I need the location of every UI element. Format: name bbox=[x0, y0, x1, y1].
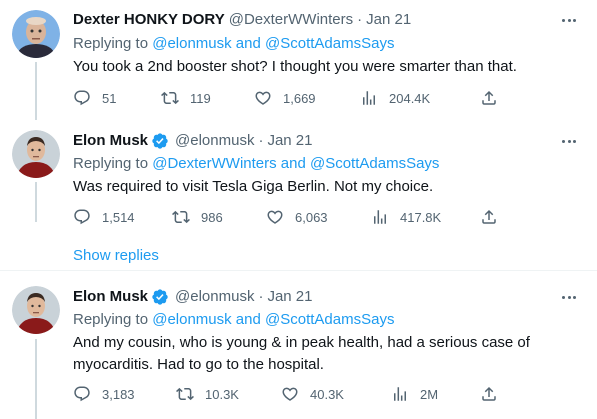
more-options-icon[interactable] bbox=[559, 131, 579, 151]
more-options-icon[interactable] bbox=[559, 10, 579, 30]
retweet-icon bbox=[172, 210, 190, 224]
retweet-icon bbox=[161, 91, 179, 105]
avatar[interactable] bbox=[12, 10, 60, 58]
like-button[interactable]: 6,063 bbox=[266, 207, 328, 227]
reply-icon bbox=[74, 209, 90, 225]
views-count: 417.8K bbox=[400, 209, 442, 225]
separator-dot: · bbox=[258, 132, 264, 149]
tweet-header: Dexter HONKY DORY @DexterWWinters · Jan … bbox=[73, 10, 411, 30]
retweet-count: 119 bbox=[190, 90, 211, 106]
replying-to-label: Replying to bbox=[73, 155, 149, 172]
like-count: 1,669 bbox=[283, 90, 316, 106]
views-button[interactable]: 204.4K bbox=[360, 88, 430, 108]
separator-dot: · bbox=[357, 11, 363, 28]
tweet-date[interactable]: Jan 21 bbox=[267, 287, 312, 307]
tweet-header: Elon Musk @elonmusk · Jan 21 bbox=[73, 131, 313, 151]
replying-to-targets[interactable]: @elonmusk and @ScottAdamsSays bbox=[152, 35, 394, 52]
reply-icon bbox=[74, 90, 90, 106]
tweet-header: Elon Musk @elonmusk · Jan 21 bbox=[73, 287, 313, 307]
replying-to-label: Replying to bbox=[73, 35, 149, 52]
avatar[interactable] bbox=[12, 286, 60, 334]
replying-to-targets[interactable]: @elonmusk and @ScottAdamsSays bbox=[152, 311, 394, 328]
tweet-text: You took a 2nd booster shot? I thought y… bbox=[73, 58, 517, 75]
more-options-icon[interactable] bbox=[559, 287, 579, 307]
verified-badge-icon[interactable] bbox=[151, 132, 169, 150]
views-count: 204.4K bbox=[389, 90, 431, 106]
author-handle[interactable]: @elonmusk bbox=[175, 131, 254, 151]
avatar-image bbox=[12, 130, 60, 178]
reply-button[interactable]: 1,514 bbox=[73, 207, 135, 227]
tweet-1[interactable]: Dexter HONKY DORY @DexterWWinters · Jan … bbox=[0, 0, 597, 120]
retweet-count: 10.3K bbox=[205, 386, 239, 402]
views-button[interactable]: 417.8K bbox=[371, 207, 441, 227]
thread-line bbox=[35, 182, 37, 222]
like-button[interactable]: 1,669 bbox=[254, 88, 316, 108]
author-handle[interactable]: @DexterWWinters bbox=[229, 10, 353, 30]
replying-to: Replying to @DexterWWinters and @ScottAd… bbox=[73, 154, 439, 174]
like-count: 6,063 bbox=[295, 209, 328, 225]
tweet-text: And my cousin, who is young & in peak he… bbox=[73, 334, 530, 373]
avatar[interactable] bbox=[12, 130, 60, 178]
tweet-text: Was required to visit Tesla Giga Berlin.… bbox=[73, 178, 434, 195]
author-name[interactable]: Elon Musk bbox=[73, 287, 148, 307]
verified-badge-icon[interactable] bbox=[151, 288, 169, 306]
retweet-button[interactable]: 986 bbox=[172, 207, 223, 227]
author-name[interactable]: Elon Musk bbox=[73, 131, 148, 151]
avatar-image bbox=[12, 10, 60, 58]
like-button[interactable]: 40.3K bbox=[281, 384, 344, 404]
share-button[interactable] bbox=[480, 384, 498, 404]
reply-count: 3,183 bbox=[102, 386, 135, 402]
views-chart-icon bbox=[374, 210, 386, 224]
heart-icon bbox=[282, 387, 298, 401]
replying-to: Replying to @elonmusk and @ScottAdamsSay… bbox=[73, 310, 394, 330]
retweet-button[interactable]: 119 bbox=[161, 88, 211, 108]
share-icon bbox=[482, 90, 496, 105]
author-handle[interactable]: @elonmusk bbox=[175, 287, 254, 307]
retweet-icon bbox=[176, 387, 194, 401]
author-name[interactable]: Dexter HONKY DORY bbox=[73, 10, 225, 30]
thread-line bbox=[35, 62, 37, 120]
views-chart-icon bbox=[363, 91, 375, 105]
share-button[interactable] bbox=[480, 207, 498, 227]
share-icon bbox=[482, 209, 496, 224]
replying-to-targets[interactable]: @DexterWWinters and @ScottAdamsSays bbox=[152, 155, 439, 172]
reply-button[interactable]: 51 bbox=[73, 88, 116, 108]
reply-icon bbox=[74, 386, 90, 402]
tweet-3[interactable]: Elon Musk @elonmusk · Jan 21 Replying to… bbox=[0, 271, 597, 419]
heart-icon bbox=[267, 210, 283, 224]
tweet-date[interactable]: Jan 21 bbox=[267, 131, 312, 151]
replying-to-label: Replying to bbox=[73, 311, 149, 328]
tweet-2[interactable]: Elon Musk @elonmusk · Jan 21 Replying to… bbox=[0, 120, 597, 270]
like-count: 40.3K bbox=[310, 386, 344, 402]
retweet-count: 986 bbox=[201, 209, 223, 225]
views-chart-icon bbox=[394, 387, 406, 401]
replying-to: Replying to @elonmusk and @ScottAdamsSay… bbox=[73, 34, 394, 54]
show-replies-link[interactable]: Show replies bbox=[73, 247, 159, 264]
separator-dot: · bbox=[258, 288, 264, 305]
reply-count: 1,514 bbox=[102, 209, 135, 225]
views-count: 2M bbox=[420, 386, 439, 402]
reply-count: 51 bbox=[102, 90, 117, 106]
tweet-date[interactable]: Jan 21 bbox=[366, 10, 411, 30]
views-button[interactable]: 2M bbox=[391, 384, 438, 404]
retweet-button[interactable]: 10.3K bbox=[176, 384, 239, 404]
share-icon bbox=[482, 386, 496, 401]
thread-line bbox=[35, 339, 37, 419]
share-button[interactable] bbox=[480, 88, 498, 108]
heart-icon bbox=[255, 91, 271, 105]
avatar-image bbox=[12, 286, 60, 334]
reply-button[interactable]: 3,183 bbox=[73, 384, 135, 404]
